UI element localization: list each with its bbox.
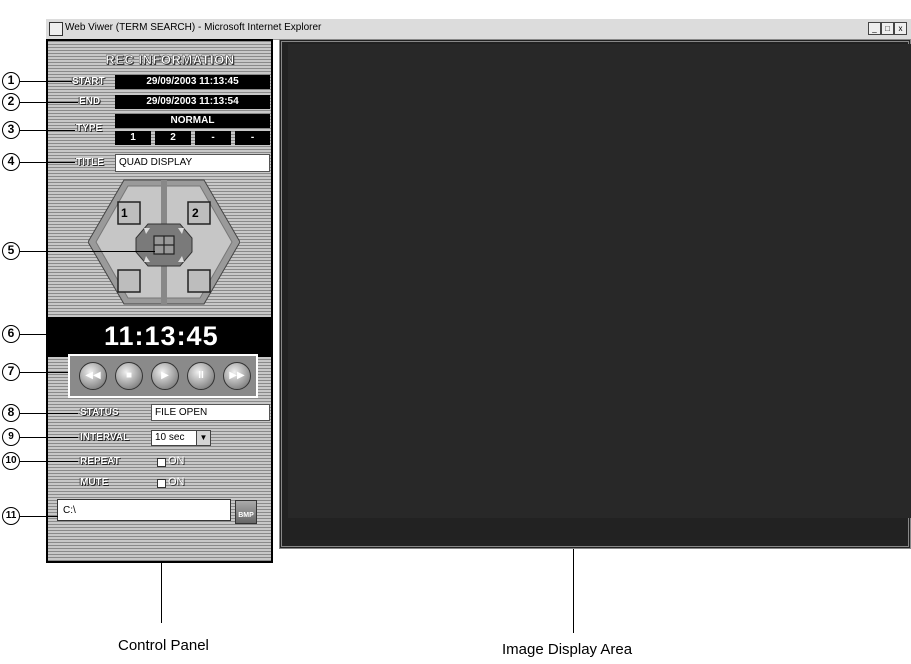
start-value: 29/09/2003 11:13:45 — [115, 75, 270, 89]
type-label: TYPE — [76, 123, 103, 134]
interval-select[interactable]: 10 sec ▼ — [151, 430, 211, 446]
callout-5-leader — [20, 251, 155, 252]
repeat-label: REPEAT — [80, 456, 120, 467]
callout-3-leader — [20, 130, 75, 131]
callout-10-leader — [20, 461, 78, 462]
minimize-button[interactable]: _ — [868, 22, 881, 35]
callout-9-leader — [20, 437, 78, 438]
callout-9: 9 — [2, 428, 20, 446]
control-panel-leader — [161, 563, 162, 623]
camera-1-label: 1 — [121, 206, 128, 220]
callout-1: 1 — [2, 72, 20, 90]
mute-label: MUTE — [80, 477, 109, 488]
callout-7: 7 — [2, 363, 20, 381]
rewind-button[interactable]: ◀◀ — [79, 362, 107, 390]
end-label: END — [79, 96, 101, 107]
callout-10: 10 — [2, 452, 20, 470]
repeat-checkbox[interactable] — [157, 458, 166, 467]
window-title: Web Viwer (TERM SEARCH) - Microsoft Inte… — [65, 22, 322, 33]
mute-checkbox[interactable] — [157, 479, 166, 488]
close-button[interactable]: x — [894, 22, 907, 35]
maximize-button[interactable]: □ — [881, 22, 894, 35]
quad-display-selector[interactable] — [88, 178, 240, 306]
type-value: NORMAL — [115, 114, 270, 128]
interval-label: INTERVAL — [80, 432, 130, 443]
fast-forward-button[interactable]: ▶▶ — [223, 362, 251, 390]
repeat-on-label: ON — [168, 455, 185, 467]
callout-6: 6 — [2, 325, 20, 343]
callout-1-leader — [20, 81, 72, 82]
callout-5: 5 — [2, 242, 20, 260]
status-label: STATUS — [80, 407, 119, 418]
callout-2-leader — [20, 102, 78, 103]
control-panel-caption: Control Panel — [118, 637, 209, 654]
type-cell-4: - — [235, 131, 270, 145]
browser-app-icon — [49, 22, 63, 36]
callout-6-leader — [20, 334, 104, 335]
chevron-down-icon[interactable]: ▼ — [196, 431, 210, 445]
play-button[interactable]: ▶ — [151, 362, 179, 390]
image-display-area-leader — [573, 549, 574, 633]
stop-button[interactable]: ■ — [115, 362, 143, 390]
camera-4-tile — [187, 269, 211, 293]
type-cell-1: 1 — [115, 131, 151, 145]
callout-7-leader — [20, 372, 68, 373]
window-title-bar: Web Viwer (TERM SEARCH) - Microsoft Inte… — [46, 19, 911, 40]
save-bmp-button[interactable]: BMP — [235, 500, 257, 524]
camera-2-label: 2 — [192, 206, 199, 220]
callout-4-leader — [20, 162, 75, 163]
callout-2: 2 — [2, 93, 20, 111]
interval-select-value: 10 sec — [155, 432, 185, 443]
rec-information-title: REC INFORMATION — [105, 52, 235, 67]
callout-3: 3 — [2, 121, 20, 139]
save-path-field[interactable]: C:\ — [57, 499, 231, 521]
current-time: 11:13:45 — [104, 321, 219, 351]
start-label: START — [72, 76, 105, 87]
type-cell-2: 2 — [155, 131, 191, 145]
pause-button[interactable]: II — [187, 362, 215, 390]
type-cell-3: - — [195, 131, 231, 145]
callout-4: 4 — [2, 153, 20, 171]
mute-on-label: ON — [168, 476, 185, 488]
callout-8-leader — [20, 413, 78, 414]
callout-8: 8 — [2, 404, 20, 422]
image-display-screen — [288, 44, 911, 518]
title-label: TITLE — [76, 157, 104, 168]
callout-11: 11 — [2, 507, 20, 525]
camera-3-tile — [117, 269, 141, 293]
title-field[interactable]: QUAD DISPLAY — [115, 154, 270, 172]
image-display-area-caption: Image Display Area — [502, 641, 633, 658]
status-field: FILE OPEN — [151, 404, 270, 421]
end-value: 29/09/2003 11:13:54 — [115, 95, 270, 109]
callout-11-leader — [20, 516, 58, 517]
